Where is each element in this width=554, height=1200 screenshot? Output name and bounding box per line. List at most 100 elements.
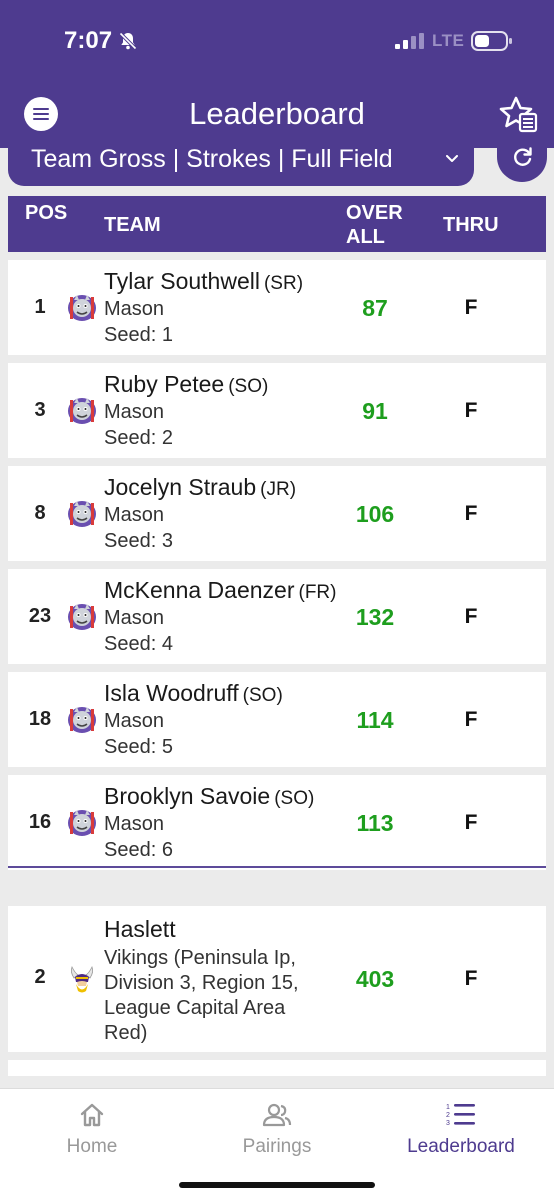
player-class: (FR) bbox=[298, 582, 337, 603]
player-overall-score: 113 bbox=[356, 810, 394, 836]
team-name: Haslett bbox=[104, 916, 176, 942]
player-position: 18 bbox=[28, 708, 52, 730]
player-seed: Seed: 3 bbox=[104, 530, 173, 552]
player-seed: Seed: 2 bbox=[104, 427, 173, 449]
table-row[interactable]: 1 Tylar Southwell (SR) Mason Seed: 1 87 F bbox=[8, 260, 546, 355]
player-overall-score: 87 bbox=[362, 295, 388, 321]
status-time: 7:07 bbox=[64, 27, 113, 54]
player-class: (SO) bbox=[274, 788, 315, 809]
table-header: POS TEAM OVER ALL THRU bbox=[8, 196, 546, 252]
signal-icon bbox=[395, 33, 424, 49]
player-name[interactable]: Jocelyn Straub (JR) bbox=[104, 474, 296, 501]
table-row[interactable]: 8 Jocelyn Straub (JR) Mason Seed: 3 106 F bbox=[8, 466, 546, 561]
player-class: (SO) bbox=[242, 685, 283, 706]
player-overall-score: 132 bbox=[355, 604, 395, 630]
player-position: 23 bbox=[28, 605, 52, 627]
mason-logo-icon bbox=[68, 398, 96, 424]
player-position: 1 bbox=[34, 296, 46, 318]
refresh-button[interactable] bbox=[497, 140, 547, 182]
player-class: (SO) bbox=[228, 376, 269, 397]
mason-logo-icon bbox=[68, 604, 96, 630]
player-name-text: McKenna Daenzer bbox=[104, 577, 295, 603]
svg-text:2: 2 bbox=[446, 1112, 450, 1119]
filter-label: Team Gross | Strokes | Full Field bbox=[31, 145, 393, 173]
column-header-team[interactable]: TEAM bbox=[104, 213, 161, 237]
table-row[interactable]: 3 Ruby Petee (SO) Mason Seed: 2 91 F bbox=[8, 363, 546, 458]
leaderboard-filter-select[interactable]: Team Gross | Strokes | Full Field bbox=[8, 140, 474, 186]
player-name-text: Ruby Petee bbox=[104, 371, 225, 397]
star-list-icon bbox=[499, 96, 538, 133]
leaderboard-icon: 1 2 3 bbox=[446, 1104, 475, 1127]
home-indicator bbox=[179, 1182, 375, 1188]
chevron-down-icon bbox=[446, 155, 458, 162]
column-header-overall[interactable]: OVER ALL bbox=[346, 201, 410, 249]
player-thru: F bbox=[464, 502, 478, 525]
player-class: (JR) bbox=[260, 479, 297, 500]
player-seed: Seed: 6 bbox=[104, 839, 173, 861]
pairings-icon bbox=[262, 1103, 292, 1127]
team-detail: Vikings (Peninsula Ip, Division 3, Regio… bbox=[104, 947, 299, 1044]
team-row[interactable]: 2 Haslett Vikings (Peninsula Ip, Divisio… bbox=[8, 906, 546, 1052]
group-divider bbox=[8, 866, 546, 868]
player-name[interactable]: Ruby Petee (SO) bbox=[104, 371, 268, 398]
mason-logo-icon bbox=[68, 810, 96, 836]
player-seed: Seed: 1 bbox=[104, 324, 173, 346]
player-thru: F bbox=[464, 605, 478, 628]
player-name[interactable]: Isla Woodruff (SO) bbox=[104, 680, 283, 707]
player-overall-score: 91 bbox=[362, 398, 388, 424]
network-label: LTE bbox=[432, 31, 465, 50]
refresh-icon bbox=[514, 147, 532, 166]
player-class: (SR) bbox=[263, 273, 304, 294]
bell-slash-icon bbox=[119, 32, 137, 50]
player-position: 16 bbox=[28, 811, 52, 833]
player-team: Mason bbox=[104, 298, 165, 320]
tab-home[interactable]: Home bbox=[0, 1089, 184, 1169]
mason-logo-icon bbox=[68, 295, 96, 321]
player-name-text: Isla Woodruff bbox=[104, 680, 239, 706]
tab-leaderboard-label: Leaderboard bbox=[407, 1136, 515, 1157]
player-name-text: Brooklyn Savoie bbox=[104, 783, 271, 809]
player-overall-score: 114 bbox=[356, 707, 394, 733]
svg-text:3: 3 bbox=[446, 1120, 450, 1127]
status-bar: 7:07 LTE bbox=[0, 0, 554, 80]
viking-logo-icon bbox=[70, 966, 94, 993]
table-row[interactable] bbox=[8, 1060, 546, 1076]
tab-pairings-label: Pairings bbox=[242, 1136, 312, 1157]
team-overall-score: 403 bbox=[355, 966, 395, 992]
player-team: Mason bbox=[104, 710, 165, 732]
mason-logo-icon bbox=[68, 501, 96, 527]
page-title: Leaderboard bbox=[189, 96, 365, 131]
player-seed: Seed: 5 bbox=[104, 736, 173, 758]
table-row[interactable]: 23 McKenna Daenzer (FR) Mason Seed: 4 132 F bbox=[8, 569, 546, 664]
player-thru: F bbox=[464, 399, 478, 422]
player-name[interactable]: McKenna Daenzer (FR) bbox=[104, 577, 336, 604]
player-team: Mason bbox=[104, 813, 165, 835]
table-row[interactable]: 16 Brooklyn Savoie (SO) Mason Seed: 6 113 F bbox=[8, 775, 546, 870]
player-thru: F bbox=[464, 708, 478, 731]
player-team: Mason bbox=[104, 401, 165, 423]
column-header-pos[interactable]: POS bbox=[25, 201, 67, 225]
battery-icon bbox=[471, 31, 512, 51]
favorites-button[interactable] bbox=[498, 94, 540, 136]
team-position: 2 bbox=[34, 966, 46, 988]
column-header-thru[interactable]: THRU bbox=[443, 213, 499, 237]
home-icon bbox=[80, 1103, 104, 1127]
table-row[interactable]: 18 Isla Woodruff (SO) Mason Seed: 5 114 F bbox=[8, 672, 546, 767]
player-thru: F bbox=[464, 811, 478, 834]
player-position: 8 bbox=[34, 502, 46, 524]
player-position: 3 bbox=[34, 399, 46, 421]
tab-pairings[interactable]: Pairings bbox=[185, 1089, 369, 1169]
app-header: Leaderboard bbox=[0, 80, 554, 148]
player-name[interactable]: Brooklyn Savoie (SO) bbox=[104, 783, 314, 810]
player-seed: Seed: 4 bbox=[104, 633, 173, 655]
tab-leaderboard[interactable]: 1 2 3 Leaderboard bbox=[369, 1089, 553, 1169]
player-name[interactable]: Tylar Southwell (SR) bbox=[104, 268, 303, 295]
player-name-text: Jocelyn Straub bbox=[104, 474, 257, 500]
tab-home-label: Home bbox=[66, 1136, 118, 1157]
mason-logo-icon bbox=[68, 707, 96, 733]
player-name-text: Tylar Southwell bbox=[104, 268, 260, 294]
player-overall-score: 106 bbox=[355, 501, 395, 527]
team-thru: F bbox=[464, 967, 478, 990]
svg-text:1: 1 bbox=[446, 1104, 450, 1111]
player-team: Mason bbox=[104, 607, 165, 629]
